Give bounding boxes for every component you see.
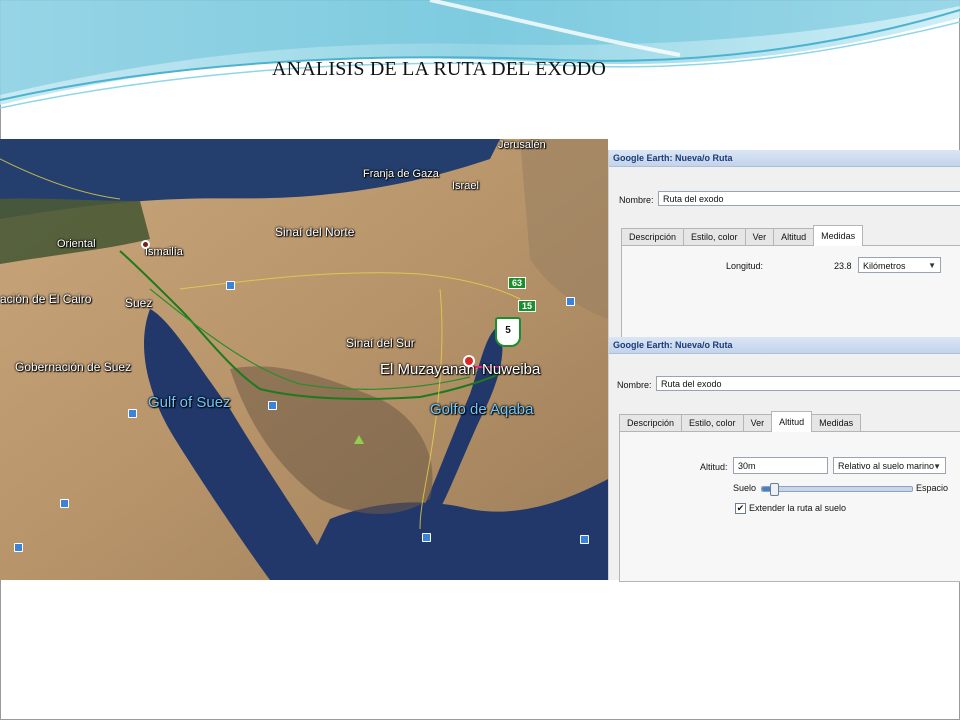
altitude-slider[interactable] [761,483,913,496]
name-label: Nombre: [617,380,652,390]
extend-to-ground-checkbox[interactable]: ✔ [735,503,746,514]
tab-estilo-color[interactable]: Estilo, color [683,228,746,246]
tab-altitud[interactable]: Altitud [771,411,813,432]
label-sinai-norte: Sinaí del Norte [275,225,355,239]
label-gob-suez: Gobernación de Suez [15,360,132,374]
city-pin-icon[interactable] [141,240,150,249]
dialog-tabs: Descripción Estilo, color Ver Altitud Me… [619,411,862,432]
photo-icon[interactable] [580,535,589,544]
length-value: 23.8 [834,261,852,271]
extend-to-ground-label: Extender la ruta al suelo [749,503,847,513]
label-sinai-sur: Sinaí del Sur [346,336,415,350]
dialog-title: Google Earth: Nueva/o Ruta [609,337,960,354]
altitude-panel: Altitud: 30m Relativo al suelo marino ▼ … [619,431,960,582]
slider-min-label: Suelo [733,483,757,493]
peak-marker-icon[interactable] [354,435,364,444]
length-label: Longitud: [726,261,764,271]
satellite-map[interactable]: Jerusalén Franja de Gaza Israel Oriental… [0,139,608,580]
name-label: Nombre: [619,195,654,205]
label-nuweiba: Nuweiba [482,361,541,378]
tab-ver[interactable]: Ver [742,414,773,432]
photo-icon[interactable] [14,543,23,552]
label-golfo-aqaba: Golfo de Aqaba [430,401,534,418]
chevron-down-icon: ▼ [928,261,936,270]
measurements-panel: Longitud: 23.8 Kilómetros ▼ [621,245,960,342]
chevron-down-icon: ▼ [933,462,941,471]
label-suez: Suez [125,296,153,310]
label-cairo: ación de El Cairo [0,292,92,306]
tab-medidas[interactable]: Medidas [813,225,864,246]
road-badge-63: 63 [508,277,527,289]
dialog-title: Google Earth: Nueva/o Ruta [609,150,960,167]
label-muzayanah: El Muzayanah [380,361,476,378]
altitude-input[interactable]: 30m [733,457,828,474]
route-dialog-altitude: Google Earth: Nueva/o Ruta Nombre: Ruta … [608,337,960,582]
tab-medidas[interactable]: Medidas [811,414,862,432]
photo-icon[interactable] [60,499,69,508]
tab-estilo-color[interactable]: Estilo, color [681,414,744,432]
slider-max-label: Espacio [916,483,949,493]
altitude-mode-select[interactable]: Relativo al suelo marino ▼ [833,457,946,474]
label-jerusalen: Jerusalén [498,139,546,151]
tab-descripcion[interactable]: Descripción [621,228,685,246]
label-israel: Israel [452,180,479,192]
photo-icon[interactable] [268,401,277,410]
dialog-tabs: Descripción Estilo, color Ver Altitud Me… [621,225,864,246]
photo-icon[interactable] [226,281,235,290]
photo-icon[interactable] [128,409,137,418]
tab-descripcion[interactable]: Descripción [619,414,683,432]
slide-title: ANALISIS DE LA RUTA DEL EXODO [272,58,606,80]
altitude-mode-value: Relativo al suelo marino [838,461,935,471]
placemark-pin-icon[interactable] [463,355,475,367]
label-ismailia: Ismailía [145,246,183,258]
label-oriental: Oriental [57,238,96,250]
length-unit-value: Kilómetros [863,261,906,271]
photo-icon[interactable] [566,297,575,306]
photo-icon[interactable] [422,533,431,542]
name-input[interactable]: Ruta del exodo [656,376,960,391]
altitude-label: Altitud: [700,462,728,472]
label-franja-gaza: Franja de Gaza [363,168,439,180]
tab-altitud[interactable]: Altitud [773,228,815,246]
name-input[interactable]: Ruta del exodo [658,191,960,206]
route-shield-icon: 5 [495,317,521,347]
length-unit-select[interactable]: Kilómetros ▼ [858,257,941,273]
road-badge-15: 15 [518,300,537,312]
tab-ver[interactable]: Ver [744,228,775,246]
label-gulf-suez: Gulf of Suez [148,394,231,411]
route-dialog-measurements: Google Earth: Nueva/o Ruta Nombre: Ruta … [608,150,960,342]
altitude-slider-thumb[interactable] [770,483,779,496]
